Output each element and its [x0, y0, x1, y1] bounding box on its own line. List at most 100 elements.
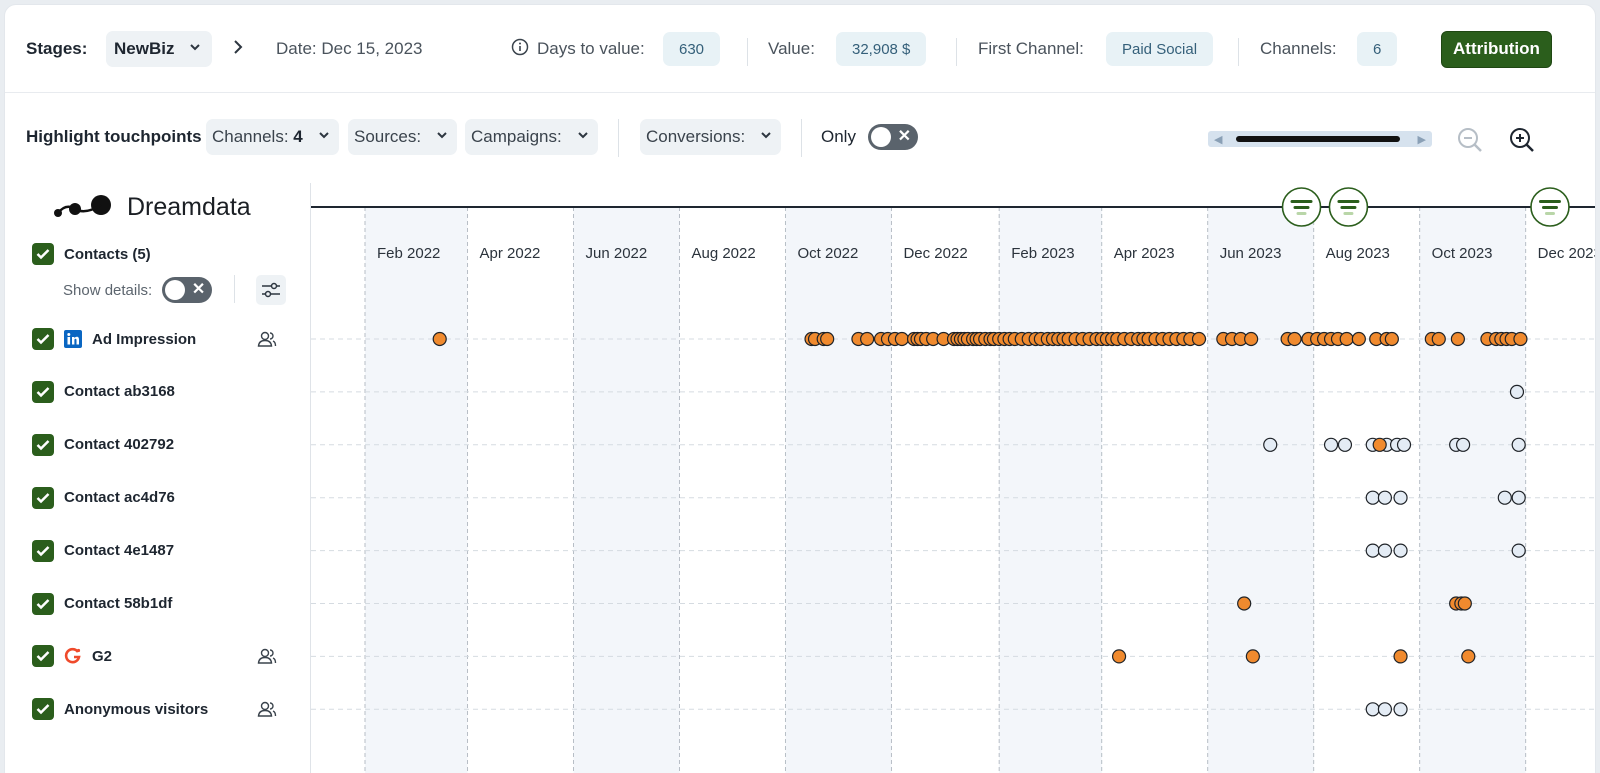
month-label: Oct 2022	[797, 245, 858, 262]
checkbox[interactable]	[32, 433, 54, 456]
checkbox[interactable]	[32, 539, 54, 562]
checkbox[interactable]	[32, 698, 54, 721]
conversions-dropdown-label: Conversions:	[646, 127, 746, 146]
visit-dot	[1337, 437, 1353, 452]
contact-row-label: Contact 58b1df	[64, 595, 173, 612]
checkbox[interactable]	[32, 592, 54, 615]
zoom-in-icon[interactable]	[1507, 125, 1537, 160]
divider	[1238, 38, 1239, 66]
contact-row[interactable]: Ad Impression	[32, 326, 196, 352]
attribution-button[interactable]: Attribution	[1441, 30, 1552, 68]
show-details-toggle[interactable]: ✕	[162, 277, 213, 303]
visit-dot	[1511, 437, 1526, 452]
visit-dot	[1377, 490, 1393, 505]
checkbox[interactable]	[32, 243, 54, 265]
header-bar: Stages: NewBiz Date: Dec 15, 2023 Days t…	[5, 5, 1595, 93]
visit-dot	[1365, 702, 1380, 717]
divider	[747, 38, 748, 66]
zoom-out-icon[interactable]	[1455, 125, 1485, 160]
contact-row[interactable]: G2	[32, 643, 112, 669]
touchpoint-dot	[1431, 331, 1446, 347]
checkbox[interactable]	[32, 328, 54, 350]
value-badge: 32,908 $	[836, 32, 927, 66]
month-label: Apr 2022	[480, 245, 541, 262]
divider	[618, 119, 619, 157]
contact-row-label: Contact ac4d76	[64, 489, 175, 507]
checkbox[interactable]	[32, 645, 54, 668]
touchpoint-dot	[1351, 331, 1366, 347]
chevron-down-icon	[576, 127, 590, 147]
contacts-header[interactable]: Contacts (5)	[32, 241, 151, 267]
divider	[801, 119, 802, 157]
month-label: Apr 2023	[1114, 245, 1175, 262]
divider	[234, 275, 235, 303]
touchpoint-dot	[860, 331, 875, 347]
visit-dot	[1509, 384, 1525, 399]
scrollbar-thumb[interactable]	[1236, 136, 1400, 142]
timeline-chart: Feb 2022 Apr 2022 Jun 2022 Aug 2022 Oct 2022…	[311, 187, 1595, 773]
highlight-touchpoints-label: Highlight touchpoints	[26, 127, 202, 146]
chevron-right-icon[interactable]	[231, 39, 245, 60]
timeline-band	[365, 207, 468, 773]
only-toggle[interactable]: ✕	[867, 124, 918, 150]
filter-settings-icon[interactable]	[256, 275, 286, 305]
timeline-band	[573, 207, 680, 773]
checkbox[interactable]	[32, 380, 54, 403]
show-details-label: Show details:	[63, 281, 153, 299]
month-label: Feb 2023	[1011, 245, 1074, 262]
visit-dot	[1377, 702, 1393, 717]
contact-row[interactable]: Contact 4e1487	[32, 538, 174, 564]
people-icon[interactable]	[257, 330, 277, 353]
sources-dropdown[interactable]: Sources:	[348, 119, 458, 155]
people-icon[interactable]	[257, 700, 277, 723]
linkedin-icon	[64, 330, 82, 348]
timeline-scrollbar[interactable]: ◀ ▶	[1208, 131, 1432, 147]
days-to-value-badge: 630	[663, 32, 721, 66]
days-to-value-label: Days to value:	[537, 39, 645, 58]
visit-dot	[1263, 437, 1278, 452]
scroll-right-icon[interactable]: ▶	[1418, 133, 1426, 146]
contact-row[interactable]: Contact 58b1df	[32, 591, 172, 617]
people-icon[interactable]	[257, 647, 277, 670]
contact-row[interactable]: Contact 402792	[32, 432, 174, 458]
channels-label: Channels:	[1260, 39, 1337, 58]
timeline-band	[999, 207, 1102, 773]
touchpoint-dot	[1191, 331, 1207, 347]
visit-dot	[1393, 490, 1408, 505]
scroll-left-icon[interactable]: ◀	[1214, 133, 1222, 146]
stage-marker-icon[interactable]	[1281, 187, 1322, 227]
dreamdata-logo: Dreamdata	[53, 193, 251, 222]
conversions-dropdown[interactable]: Conversions:	[640, 119, 782, 155]
visit-dot	[1455, 437, 1471, 452]
contact-row[interactable]: Contact ac4d76	[32, 485, 175, 511]
first-channel-label: First Channel:	[978, 39, 1084, 58]
channels-dropdown[interactable]: Channels: 4	[206, 119, 339, 155]
month-label: Feb 2022	[377, 245, 440, 262]
touchpoint-dot	[820, 331, 835, 347]
touchpoint-dot	[1237, 596, 1252, 611]
stage-select[interactable]: NewBiz	[106, 31, 213, 67]
touchpoint-dot	[894, 331, 909, 347]
dreamdata-logo-icon	[54, 194, 111, 217]
close-icon: ✕	[191, 281, 206, 298]
only-label: Only	[821, 127, 856, 146]
contact-row-label: G2	[92, 647, 113, 665]
visit-dot	[1365, 543, 1380, 558]
campaigns-dropdown[interactable]: Campaigns:	[465, 119, 598, 155]
month-label: Oct 2023	[1432, 245, 1493, 262]
visit-dot	[1393, 702, 1408, 717]
g2-icon	[64, 647, 82, 665]
touchpoint-dot	[1111, 649, 1127, 664]
checkbox[interactable]	[32, 486, 54, 509]
visit-dot	[1393, 543, 1408, 558]
visit-dot	[1377, 543, 1393, 558]
first-channel-badge: Paid Social	[1106, 32, 1214, 66]
touchpoint-dot	[1287, 331, 1302, 347]
contact-row[interactable]: Anonymous visitors	[32, 696, 208, 722]
timeline-band	[785, 207, 892, 773]
stage-marker-icon[interactable]	[1328, 187, 1369, 227]
contact-row[interactable]: Contact ab3168	[32, 379, 175, 405]
stage-marker-icon[interactable]	[1530, 187, 1570, 227]
contacts-header-label: Contacts (5)	[64, 245, 151, 263]
touchpoint-dot	[1384, 331, 1399, 347]
